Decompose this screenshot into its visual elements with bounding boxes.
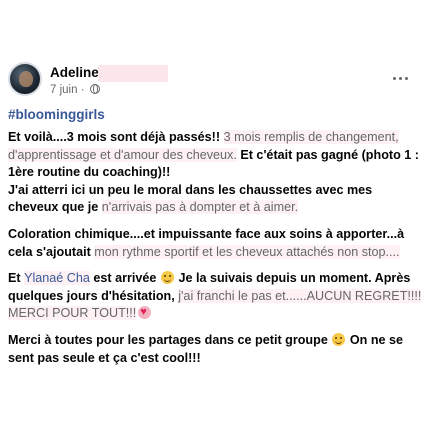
heart-icon — [138, 304, 152, 322]
text-run: Et voilà....3 mois sont déjà passés!! — [8, 130, 224, 144]
smiling-face-icon — [332, 332, 346, 346]
paragraph: Et voilà....3 mois sont déjà passés!! 3 … — [8, 129, 422, 182]
more-options-button[interactable] — [390, 70, 412, 86]
text-run: est arrivée — [89, 271, 160, 286]
smiling-face-icon — [160, 271, 174, 285]
avatar[interactable] — [8, 62, 42, 96]
text-run: n'arrivais pas à dompter et à aimer. — [101, 200, 299, 215]
paragraph: Merci à toutes pour les partages dans ce… — [8, 332, 422, 367]
text-run: Merci à toutes pour les partages dans ce… — [8, 332, 332, 347]
paragraph: Coloration chimique....et impuissante fa… — [8, 226, 422, 261]
meta-separator: · — [80, 84, 85, 96]
post-meta: 7 juin · — [50, 84, 100, 96]
post-body: Et voilà....3 mois sont déjà passés!! 3 … — [8, 129, 422, 376]
paragraph: Et Ylanaé Cha est arrivée Je la suivais … — [8, 270, 422, 323]
more-horizontal-icon — [393, 77, 396, 80]
paragraph: J'ai atterri ici un peu le moral dans le… — [8, 182, 422, 217]
text-run: mon rythme sportif et les cheveux attach… — [94, 244, 400, 259]
post-date[interactable]: 7 juin — [50, 84, 78, 96]
name-redaction — [98, 65, 168, 82]
post-header: Adeline C 7 juin · — [8, 62, 418, 102]
hashtag-link[interactable]: #bloominggirls — [8, 107, 105, 122]
mention-link[interactable]: Ylanaé Cha — [24, 271, 90, 286]
facebook-post: Adeline C 7 juin · #bloominggirls Et voi… — [0, 0, 426, 426]
text-run: Et — [8, 271, 25, 286]
globe-icon — [89, 84, 100, 94]
